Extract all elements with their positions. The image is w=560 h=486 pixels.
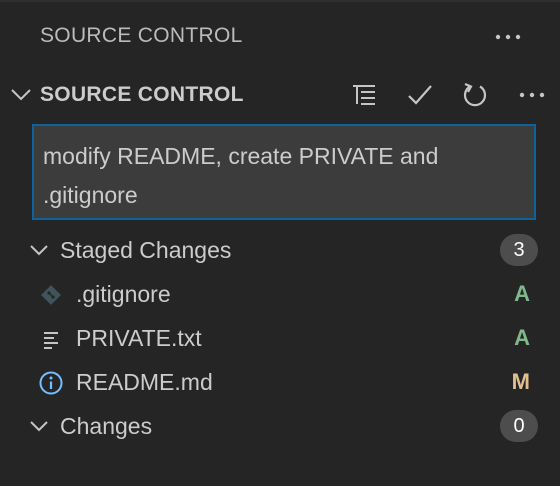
view-as-tree-button[interactable]	[346, 79, 382, 111]
more-actions-button[interactable]	[510, 79, 554, 111]
staged-changes-label: Staged Changes	[60, 237, 232, 263]
file-row-private[interactable]: PRIVATE.txt A	[0, 316, 560, 360]
changes-group[interactable]: Changes 0	[0, 404, 560, 448]
git-file-icon	[38, 282, 64, 308]
commit-button[interactable]	[402, 79, 438, 111]
refresh-icon	[463, 82, 487, 107]
info-icon	[38, 370, 64, 396]
section-title: SOURCE CONTROL	[40, 83, 244, 106]
more-horizontal-icon	[519, 92, 545, 98]
chevron-down-icon[interactable]	[26, 413, 52, 439]
view-title: SOURCE CONTROL	[40, 24, 243, 47]
file-row-gitignore[interactable]: .gitignore A	[0, 272, 560, 316]
view-more-button[interactable]	[486, 22, 530, 52]
text-file-icon	[38, 326, 64, 352]
chevron-down-icon[interactable]	[8, 82, 34, 108]
source-control-panel: SOURCE CONTROL SOURCE CONTROL modify REA…	[0, 0, 560, 486]
section-header[interactable]: SOURCE CONTROL	[0, 76, 560, 114]
file-name: PRIVATE.txt	[76, 325, 202, 351]
changes-label: Changes	[60, 413, 153, 439]
panel-top-border	[0, 0, 560, 2]
staged-changes-group[interactable]: Staged Changes 3	[0, 228, 560, 272]
refresh-button[interactable]	[456, 79, 494, 111]
changes-count-badge: 0	[500, 410, 538, 442]
status-added-badge: A	[514, 281, 530, 306]
staged-count-badge: 3	[500, 234, 538, 266]
status-added-badge: A	[514, 325, 530, 350]
status-modified-badge: M	[511, 369, 530, 394]
file-row-readme[interactable]: README.md M	[0, 360, 560, 404]
commit-message-input[interactable]: modify README, create PRIVATE and .gitig…	[32, 124, 536, 220]
file-name: README.md	[76, 369, 213, 395]
chevron-down-icon[interactable]	[26, 237, 52, 263]
more-horizontal-icon	[495, 34, 521, 40]
file-name: .gitignore	[76, 281, 171, 307]
view-header: SOURCE CONTROL	[0, 14, 560, 60]
list-tree-icon	[353, 85, 375, 105]
check-icon	[408, 85, 432, 105]
